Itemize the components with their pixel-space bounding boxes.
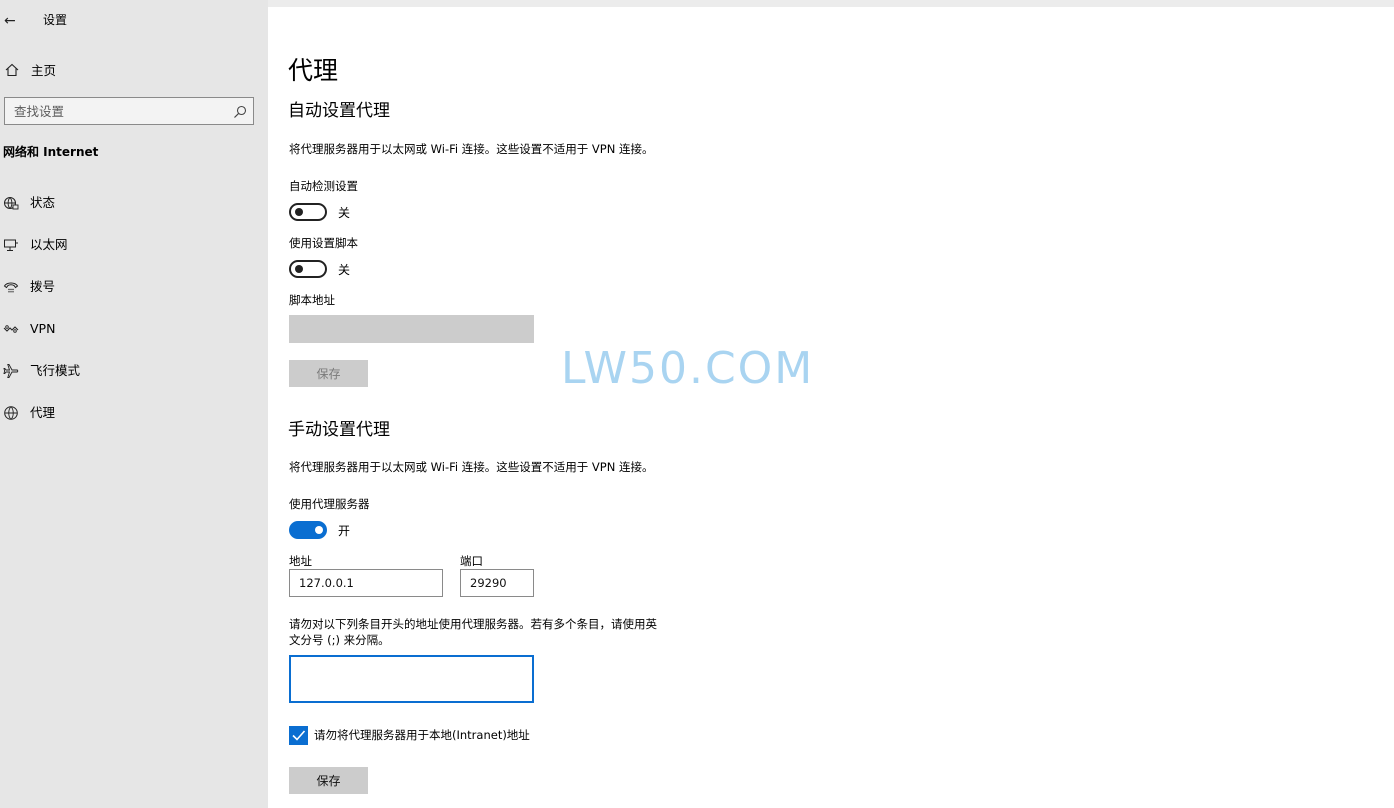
script-address-label: 脚本地址 — [289, 293, 335, 307]
back-arrow-icon[interactable]: ← — [4, 11, 26, 31]
use-proxy-label: 使用代理服务器 — [289, 497, 370, 511]
vpn-icon — [3, 321, 19, 337]
manual-proxy-description: 将代理服务器用于以太网或 Wi-Fi 连接。这些设置不适用于 VPN 连接。 — [289, 460, 654, 474]
auto-detect-label: 自动检测设置 — [289, 179, 358, 193]
globe-proxy-icon — [3, 405, 19, 421]
setup-script-toggle[interactable] — [289, 260, 327, 278]
sidebar-item-label: 代理 — [30, 405, 56, 420]
sidebar-item-label: VPN — [30, 321, 56, 336]
toggle-knob — [295, 208, 303, 216]
sidebar-item-dialup[interactable]: 拨号 — [0, 274, 268, 300]
sidebar-item-ethernet[interactable]: 以太网 — [0, 232, 268, 258]
checkmark-icon — [292, 730, 306, 741]
bypass-local-label[interactable]: 请勿将代理服务器用于本地(Intranet)地址 — [314, 727, 530, 743]
sidebar-item-label: 拨号 — [30, 279, 56, 294]
auto-proxy-description: 将代理服务器用于以太网或 Wi-Fi 连接。这些设置不适用于 VPN 连接。 — [289, 142, 654, 156]
globe-status-icon — [3, 195, 19, 211]
exceptions-textarea[interactable] — [289, 655, 534, 703]
toggle-knob — [295, 265, 303, 273]
port-input[interactable] — [460, 569, 534, 597]
manual-proxy-heading: 手动设置代理 — [288, 420, 390, 440]
use-proxy-toggle[interactable] — [289, 521, 327, 539]
sidebar-item-status[interactable]: 状态 — [0, 190, 268, 216]
search-input[interactable] — [5, 98, 234, 124]
watermark-text: LW50.COM — [561, 343, 815, 394]
setup-script-label: 使用设置脚本 — [289, 236, 358, 250]
search-icon[interactable] — [233, 104, 247, 118]
sidebar-item-airplane[interactable]: 飞行模式 — [0, 358, 268, 384]
auto-proxy-heading: 自动设置代理 — [288, 101, 390, 121]
script-address-field — [289, 315, 534, 343]
sidebar-item-proxy[interactable]: 代理 — [0, 400, 268, 426]
sidebar-item-label: 飞行模式 — [30, 363, 81, 378]
setup-script-state: 关 — [338, 263, 351, 277]
sidebar-item-label: 以太网 — [30, 237, 68, 252]
sidebar-item-home[interactable]: 主页 — [0, 58, 268, 84]
app-title: 设置 — [43, 13, 68, 27]
exceptions-label-line2: 文分号 (;) 来分隔。 — [289, 633, 390, 647]
bypass-local-checkbox[interactable] — [289, 726, 308, 745]
main-content: 代理 自动设置代理 将代理服务器用于以太网或 Wi-Fi 连接。这些设置不适用于… — [268, 7, 1394, 808]
dialup-icon — [3, 279, 19, 295]
sidebar-item-label: 主页 — [31, 63, 57, 78]
auto-save-button: 保存 — [289, 360, 368, 387]
auto-detect-state: 关 — [338, 206, 351, 220]
airplane-icon — [3, 363, 19, 379]
sidebar: ← 设置 主页 网络和 Internet 状态 以太网 拨号 — [0, 0, 268, 808]
exceptions-label-line1: 请勿对以下列条目开头的地址使用代理服务器。若有多个条目，请使用英 — [289, 617, 657, 631]
auto-detect-toggle[interactable] — [289, 203, 327, 221]
section-title: 网络和 Internet — [3, 145, 99, 159]
toggle-knob — [315, 526, 323, 534]
manual-save-button[interactable]: 保存 — [289, 767, 368, 794]
ethernet-icon — [3, 237, 19, 253]
home-icon — [4, 62, 20, 78]
address-input[interactable] — [289, 569, 443, 597]
sidebar-item-label: 状态 — [30, 195, 56, 210]
port-label: 端口 — [460, 554, 483, 568]
use-proxy-state: 开 — [338, 524, 351, 538]
address-label: 地址 — [289, 554, 312, 568]
search-box — [4, 97, 254, 125]
page-title: 代理 — [288, 56, 339, 85]
sidebar-item-vpn[interactable]: VPN — [0, 316, 268, 342]
